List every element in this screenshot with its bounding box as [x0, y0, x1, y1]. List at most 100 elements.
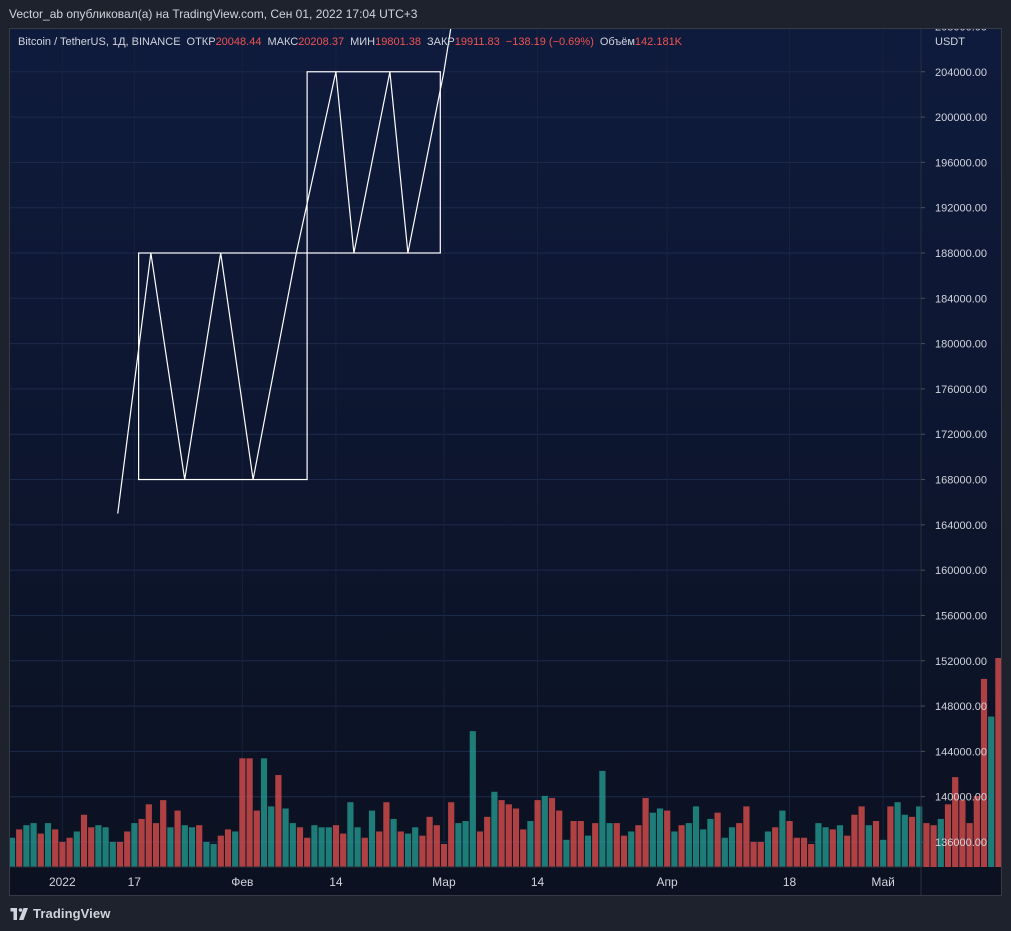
chart-svg[interactable]: USDT236000.00232000.00228000.00224000.00…	[10, 29, 1002, 896]
volume-bar	[865, 825, 872, 867]
time-tick-label: Апр	[657, 875, 679, 889]
header-bar: Vector_ab опубликовал(а) на TradingView.…	[0, 0, 1011, 28]
volume-bar	[124, 831, 131, 867]
volume-bar	[822, 827, 829, 867]
volume-bar	[656, 808, 664, 867]
volume-bar	[138, 818, 145, 867]
volume-bar	[620, 835, 628, 867]
legend-symbol: Bitcoin / TetherUS, 1Д, BINANCE	[18, 36, 181, 48]
volume-bar	[844, 835, 851, 867]
volume-bar	[152, 823, 160, 867]
price-tick-label: 184000.00	[935, 293, 987, 305]
volume-bar	[880, 839, 887, 867]
symbol-legend: Bitcoin / TetherUS, 1Д, BINANCE ОТКР20048…	[18, 36, 688, 48]
volume-bar	[714, 812, 721, 867]
volume-bar	[772, 827, 779, 867]
volume-bar	[325, 827, 332, 867]
volume-bar	[30, 823, 37, 867]
legend-high-value: 20208.37	[298, 36, 345, 48]
volume-bar	[95, 825, 102, 867]
volume-bar	[440, 844, 448, 867]
volume-bar	[894, 802, 901, 867]
volume-bar	[556, 810, 563, 867]
tradingview-logo[interactable]: TradingView	[10, 906, 110, 921]
volume-bar	[160, 800, 167, 867]
volume-bar	[268, 806, 275, 867]
volume-bar	[102, 827, 109, 867]
volume-bar	[282, 808, 289, 867]
legend-change: −138.19 (−0.69%)	[505, 36, 594, 48]
legend-volume-label: Объём	[599, 36, 635, 48]
volume-bar	[685, 823, 692, 867]
volume-bar	[275, 775, 282, 867]
volume-bar	[10, 837, 16, 867]
volume-bar	[642, 798, 649, 867]
volume-bar	[383, 802, 390, 867]
price-tick-label: 192000.00	[935, 203, 987, 215]
volume-bar	[952, 777, 959, 867]
volume-bar	[397, 831, 404, 867]
volume-bar	[246, 758, 253, 867]
volume-bar	[376, 831, 383, 867]
price-tick-label: 144000.00	[935, 746, 987, 758]
volume-bar	[16, 829, 23, 867]
volume-bar	[217, 835, 224, 867]
price-axis-currency: USDT	[935, 36, 965, 48]
chart-background	[10, 29, 1001, 895]
volume-bar	[606, 823, 613, 867]
volume-bar	[296, 827, 304, 867]
volume-bar	[793, 837, 800, 867]
volume-bar	[203, 841, 210, 867]
time-tick-label: 2022	[49, 875, 76, 889]
volume-bar	[635, 825, 642, 867]
tradingview-logo-text: TradingView	[33, 906, 111, 921]
volume-bar	[131, 823, 138, 867]
volume-bar	[224, 829, 232, 867]
publication-attribution: Vector_ab опубликовал(а) на TradingView.…	[9, 7, 418, 21]
time-tick-label: 18	[783, 875, 797, 889]
volume-bar	[412, 827, 419, 867]
time-tick-label: 14	[329, 875, 343, 889]
legend-high-label: МАКС	[267, 36, 299, 48]
volume-bar	[491, 791, 498, 867]
volume-bar	[73, 831, 80, 867]
legend-low-label: МИН	[350, 36, 376, 48]
volume-bar	[887, 806, 894, 867]
volume-bar	[613, 823, 620, 867]
volume-bar	[584, 835, 592, 867]
price-tick-label: 200000.00	[935, 112, 987, 124]
volume-bar	[196, 825, 203, 867]
volume-bar	[728, 827, 736, 867]
volume-bar	[570, 821, 577, 867]
legend-close-value: 19911.83	[454, 36, 500, 48]
price-tick-label: 180000.00	[935, 339, 987, 351]
volume-bar	[664, 810, 671, 867]
volume-bar	[260, 758, 268, 867]
legend-open-label: ОТКР	[186, 36, 216, 48]
volume-bar	[901, 814, 908, 867]
volume-bar	[764, 831, 772, 867]
time-tick-label: Фев	[231, 875, 253, 889]
volume-bar	[354, 827, 361, 867]
price-tick-label: 172000.00	[935, 429, 987, 441]
price-tick-label: 196000.00	[935, 157, 987, 169]
volume-bar	[210, 844, 217, 867]
volume-bar	[484, 816, 491, 867]
volume-bar	[872, 821, 880, 867]
volume-bar	[779, 810, 786, 867]
volume-bar	[527, 821, 534, 867]
volume-bar	[340, 833, 347, 867]
volume-bar	[361, 837, 368, 867]
volume-bar	[476, 831, 484, 867]
volume-bar	[116, 841, 124, 867]
chart-frame[interactable]: USDT236000.00232000.00228000.00224000.00…	[9, 28, 1002, 896]
volume-bar	[707, 818, 714, 867]
volume-bar	[592, 823, 599, 867]
time-tick-label: 14	[531, 875, 545, 889]
volume-bar	[59, 841, 66, 867]
volume-bar	[577, 821, 584, 867]
volume-bar	[37, 833, 44, 867]
price-tick-label: 148000.00	[935, 701, 987, 713]
volume-bar	[757, 841, 764, 867]
volume-bar	[692, 806, 700, 867]
